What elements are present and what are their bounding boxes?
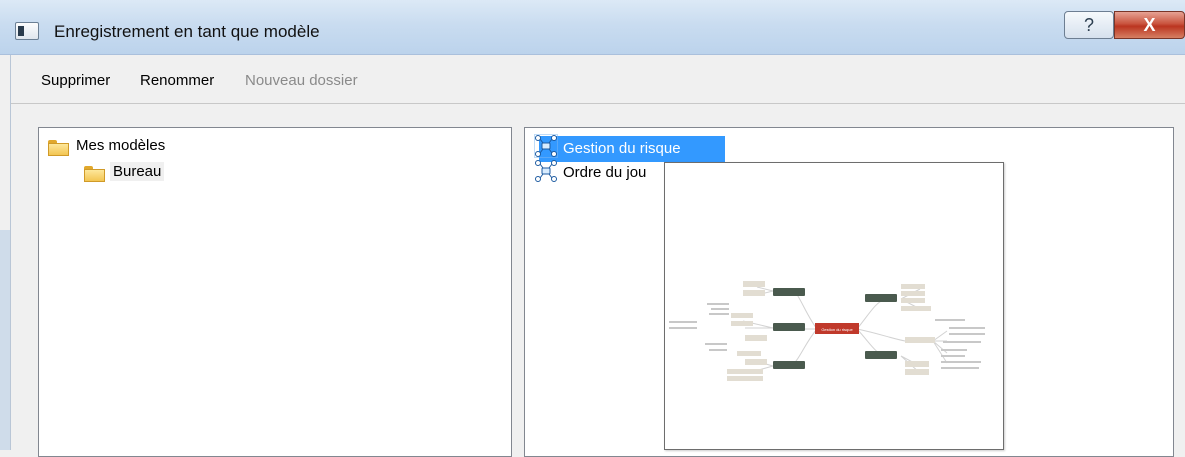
folder-tree-pane[interactable]: Mes modèles Bureau — [38, 127, 512, 457]
background-window-edge — [0, 230, 10, 450]
delete-button[interactable]: Supprimer — [41, 72, 110, 89]
folder-icon — [84, 166, 105, 182]
central-topic-label: Gestion du risque — [821, 327, 853, 332]
mindmap-icon — [535, 160, 557, 182]
mindmap-icon — [534, 134, 558, 158]
rename-button[interactable]: Renommer — [140, 72, 214, 89]
tree-item-label: Mes modèles — [76, 137, 166, 154]
title-bar: Enregistrement en tant que modèle ? X — [0, 0, 1185, 55]
close-icon: X — [1143, 15, 1156, 35]
close-button[interactable]: X — [1114, 11, 1185, 39]
help-button[interactable]: ? — [1064, 11, 1114, 39]
file-item-label: Ordre du jou — [563, 164, 647, 181]
mindmap-thumbnail: Gestion du risque — [669, 281, 985, 381]
window-title: Enregistrement en tant que modèle — [54, 22, 320, 41]
file-item-label: Gestion du risque — [563, 140, 681, 157]
template-preview: Gestion du risque — [664, 162, 1004, 450]
new-folder-button: Nouveau dossier — [245, 72, 358, 89]
dialog-body: Supprimer Renommer Nouveau dossier Mes m… — [10, 55, 1185, 457]
toolbar: Supprimer Renommer Nouveau dossier — [11, 55, 1185, 104]
help-icon: ? — [1083, 15, 1094, 35]
app-icon — [15, 22, 39, 40]
tree-item-label: Bureau — [110, 162, 165, 181]
folder-icon — [48, 140, 69, 156]
